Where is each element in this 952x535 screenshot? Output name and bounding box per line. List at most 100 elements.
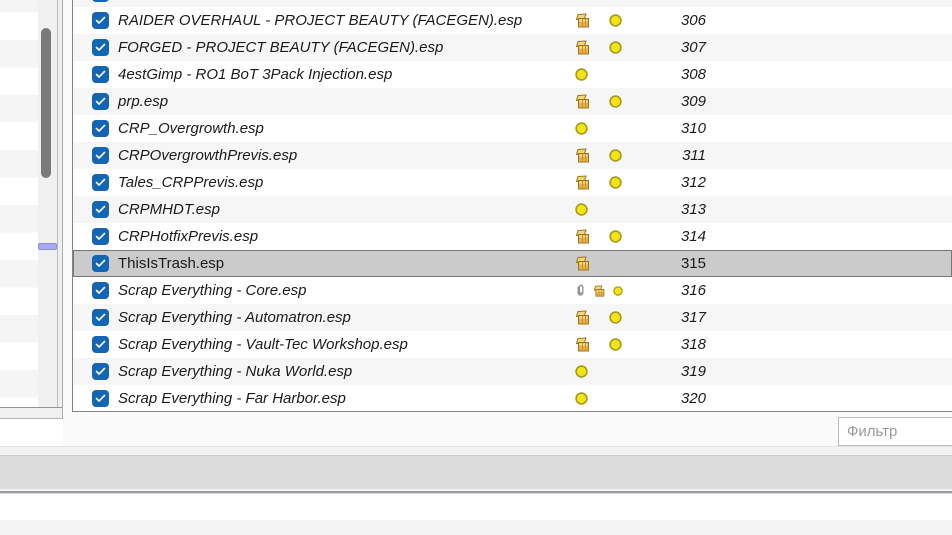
plugin-row[interactable]: 4estGimp - RO1 BoT 3Pack Injection.esp 3… [73,61,952,88]
coin-icon [609,14,622,27]
paperclip-icon [575,284,586,297]
plugin-checkbox[interactable] [92,12,109,29]
plugin-filter-input[interactable] [838,417,952,446]
plugin-row[interactable] [73,0,952,7]
crate-icon [575,40,591,55]
coin-icon [575,122,588,135]
plugin-checkbox[interactable] [92,93,109,110]
coin-icon [575,365,588,378]
plugin-checkbox[interactable] [92,228,109,245]
mod-list-bottom-border [0,407,62,408]
plugin-priority: 307 [633,34,706,61]
scrollbar-thumb[interactable] [41,28,51,178]
coin-icon [609,338,622,351]
checkmark-icon [95,313,106,322]
plugin-checkbox[interactable] [92,174,109,191]
plugin-priority: 315 [633,250,706,277]
plugin-checkbox[interactable] [92,147,109,164]
plugin-row[interactable]: Scrap Everything - Automatron.esp 317 [73,304,952,331]
coin-icon [609,95,622,108]
plugin-priority: 308 [633,61,706,88]
plugin-name: Scrap Everything - Vault-Tec Workshop.es… [118,331,408,358]
checkmark-icon [95,97,106,106]
checkmark-icon [95,340,106,349]
mod-list-border [57,0,58,408]
checkmark-icon [95,70,106,79]
checkmark-icon [95,178,106,187]
coin-icon [609,176,622,189]
plugin-checkbox[interactable] [92,201,109,218]
coin-icon [575,203,588,216]
mod-manager-window: RAIDER OVERHAUL - PROJECT BEAUTY (FACEGE… [0,0,952,535]
plugin-checkbox[interactable] [92,255,109,272]
plugin-row[interactable]: prp.esp 309 [73,88,952,115]
plugin-checkbox[interactable] [92,66,109,83]
plugin-checkbox[interactable] [92,309,109,326]
plugin-row[interactable]: Scrap Everything - Nuka World.esp 319 [73,358,952,385]
plugin-priority: 310 [633,115,706,142]
plugin-row[interactable]: Tales_CRPPrevis.esp 312 [73,169,952,196]
crate-icon [575,229,591,244]
checkmark-icon [95,205,106,214]
plugin-flags [575,250,591,277]
plugin-row[interactable]: CRPOvergrowthPrevis.esp 311 [73,142,952,169]
plugin-row[interactable]: Scrap Everything - Vault-Tec Workshop.es… [73,331,952,358]
plugin-row[interactable]: CRPHotfixPrevis.esp 314 [73,223,952,250]
plugin-checkbox[interactable] [92,363,109,380]
mod-filter-input[interactable] [0,418,64,447]
bottom-strip [0,520,952,535]
coin-icon [575,392,588,405]
coin-icon [575,68,588,81]
plugin-priority: 313 [633,196,706,223]
crate-icon [575,337,591,352]
plugin-priority: 318 [633,331,706,358]
plugin-name: Scrap Everything - Nuka World.esp [118,358,352,385]
plugin-priority: 314 [633,223,706,250]
plugin-row[interactable]: CRP_Overgrowth.esp 310 [73,115,952,142]
coin-icon [609,149,622,162]
scrollbar-highlight-marker [38,243,57,250]
plugin-priority: 312 [633,169,706,196]
checkmark-icon [95,367,106,376]
checkmark-icon [95,232,106,241]
checkmark-icon [95,394,106,403]
checkmark-icon [95,286,106,295]
plugin-flags [575,34,622,61]
plugin-flags [575,385,588,412]
plugin-row[interactable]: Scrap Everything - Far Harbor.esp 320 [73,385,952,412]
checkmark-icon [95,124,106,133]
plugin-list-pane: RAIDER OVERHAUL - PROJECT BEAUTY (FACEGE… [63,0,952,447]
plugin-flags [575,196,588,223]
plugin-flags [575,88,622,115]
checkmark-icon [95,259,106,268]
checkmark-icon [95,151,106,160]
plugin-name: CRPHotfixPrevis.esp [118,223,258,250]
plugin-checkbox[interactable] [92,336,109,353]
plugin-row[interactable]: FORGED - PROJECT BEAUTY (FACEGEN).esp 30… [73,34,952,61]
plugin-flags [575,304,622,331]
plugin-flags [575,358,588,385]
plugin-name: CRP_Overgrowth.esp [118,115,264,142]
plugin-priority: 320 [633,385,706,412]
coin-icon [609,41,622,54]
mod-list-rows-partial [0,0,38,408]
plugin-checkbox[interactable] [92,390,109,407]
crate-icon [575,13,591,28]
plugin-name: FORGED - PROJECT BEAUTY (FACEGEN).esp [118,34,443,61]
coin-icon [613,286,623,296]
plugin-name: prp.esp [118,88,168,115]
plugin-priority: 311 [633,142,706,169]
plugin-row[interactable]: Scrap Everything - Core.esp 316 [73,277,952,304]
plugin-name: ThisIsTrash.esp [118,250,224,277]
plugin-checkbox[interactable] [92,120,109,137]
plugin-name: CRPOvergrowthPrevis.esp [118,142,297,169]
plugin-flags [575,169,622,196]
plugin-row[interactable]: CRPMHDT.esp 313 [73,196,952,223]
crate-icon [593,285,606,297]
plugin-checkbox[interactable] [92,282,109,299]
plugin-checkbox[interactable] [92,39,109,56]
plugin-flags [575,331,622,358]
plugin-row[interactable]: RAIDER OVERHAUL - PROJECT BEAUTY (FACEGE… [73,7,952,34]
plugin-row[interactable]: ThisIsTrash.esp 315 [73,250,952,277]
plugin-checkbox[interactable] [92,0,109,2]
